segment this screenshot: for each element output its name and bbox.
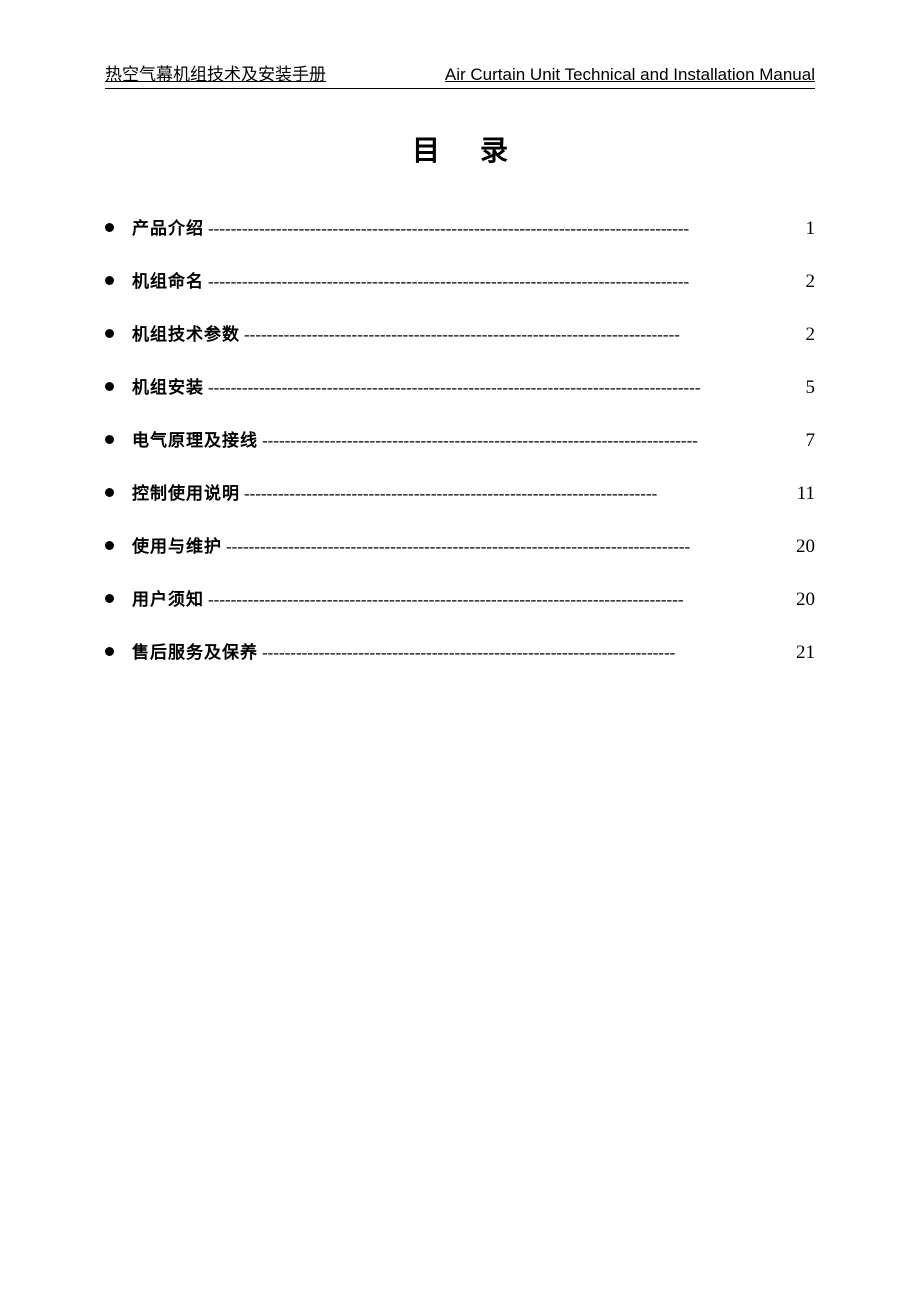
toc-label: 使用与维护 (132, 532, 222, 557)
toc-label: 售后服务及保养 (132, 638, 258, 663)
bullet-icon (105, 435, 114, 444)
toc-label: 用户须知 (132, 585, 204, 610)
toc-leader-dots: ----------------------------------------… (208, 272, 789, 292)
toc-entry: 机组技术参数 ---------------------------------… (105, 320, 815, 346)
toc-page-number: 20 (793, 536, 815, 558)
toc-leader-dots: ----------------------------------------… (226, 537, 789, 557)
toc-leader-dots: ----------------------------------------… (208, 219, 789, 239)
toc-entry: 机组命名 -----------------------------------… (105, 267, 815, 293)
toc-entry: 用户须知 -----------------------------------… (105, 585, 815, 611)
bullet-icon (105, 223, 114, 232)
toc-label: 机组命名 (132, 267, 204, 292)
toc-entry: 控制使用说明 ---------------------------------… (105, 479, 815, 505)
table-of-contents: 产品介绍 -----------------------------------… (105, 214, 815, 664)
toc-page-number: 11 (793, 483, 815, 505)
toc-entry: 产品介绍 -----------------------------------… (105, 214, 815, 240)
bullet-icon (105, 541, 114, 550)
bullet-icon (105, 647, 114, 656)
toc-leader-dots: ----------------------------------------… (244, 484, 789, 504)
toc-page-number: 7 (793, 430, 815, 452)
toc-page-number: 5 (793, 377, 815, 399)
toc-title: 目录 (105, 129, 815, 169)
toc-entry: 使用与维护 ----------------------------------… (105, 532, 815, 558)
bullet-icon (105, 276, 114, 285)
page-header: 热空气幕机组技术及安装手册 Air Curtain Unit Technical… (105, 60, 815, 89)
toc-leader-dots: ----------------------------------------… (244, 325, 789, 345)
header-right-title: Air Curtain Unit Technical and Installat… (445, 65, 815, 85)
toc-label: 机组技术参数 (132, 320, 240, 345)
bullet-icon (105, 382, 114, 391)
toc-leader-dots: ----------------------------------------… (208, 378, 789, 398)
toc-entry: 电气原理及接线 --------------------------------… (105, 426, 815, 452)
toc-label: 机组安装 (132, 373, 204, 398)
toc-leader-dots: ----------------------------------------… (262, 431, 789, 451)
toc-leader-dots: ----------------------------------------… (208, 590, 789, 610)
toc-entry: 机组安装 -----------------------------------… (105, 373, 815, 399)
toc-page-number: 20 (793, 589, 815, 611)
bullet-icon (105, 594, 114, 603)
toc-page-number: 21 (793, 642, 815, 664)
header-left-title: 热空气幕机组技术及安装手册 (105, 60, 326, 85)
toc-entry: 售后服务及保养 --------------------------------… (105, 638, 815, 664)
bullet-icon (105, 329, 114, 338)
toc-label: 产品介绍 (132, 214, 204, 239)
toc-page-number: 1 (793, 218, 815, 240)
toc-page-number: 2 (793, 271, 815, 293)
toc-label: 电气原理及接线 (132, 426, 258, 451)
toc-page-number: 2 (793, 324, 815, 346)
bullet-icon (105, 488, 114, 497)
toc-label: 控制使用说明 (132, 479, 240, 504)
toc-leader-dots: ----------------------------------------… (262, 643, 789, 663)
